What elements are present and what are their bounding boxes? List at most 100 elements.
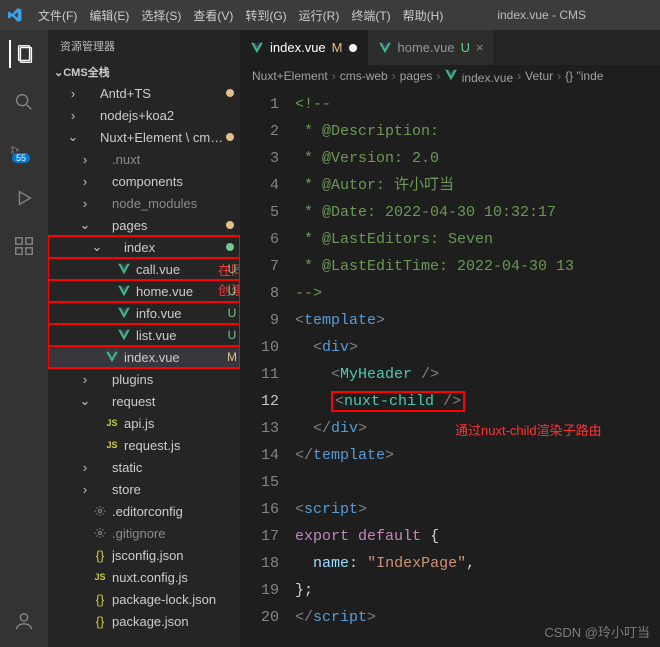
tree-item[interactable]: home.vueU bbox=[48, 280, 240, 302]
code-line[interactable]: * @Version: 2.0 bbox=[295, 145, 660, 172]
search-icon[interactable] bbox=[10, 88, 38, 116]
tree-item[interactable]: {}package.json bbox=[48, 610, 240, 632]
tree-item[interactable]: ⌄request bbox=[48, 390, 240, 412]
section-label: CMS全栈 bbox=[63, 64, 109, 80]
menu-item[interactable]: 终端(T) bbox=[345, 9, 396, 23]
tree-item[interactable]: ⌄index bbox=[48, 236, 240, 258]
code-line[interactable]: export default { bbox=[295, 523, 660, 550]
extensions-icon[interactable] bbox=[10, 232, 38, 260]
code-line[interactable]: <div> bbox=[295, 334, 660, 361]
tree-item[interactable]: ›Antd+TS bbox=[48, 82, 240, 104]
tree-item[interactable]: {}package-lock.json bbox=[48, 588, 240, 610]
sidebar-section-header[interactable]: ⌄ CMS全栈 bbox=[48, 62, 240, 82]
menu-item[interactable]: 文件(F) bbox=[32, 9, 83, 23]
folder-icon bbox=[92, 173, 108, 189]
menu-item[interactable]: 选择(S) bbox=[135, 9, 187, 23]
twisty-none bbox=[78, 614, 92, 628]
line-number: 6 bbox=[240, 226, 279, 253]
tree-item[interactable]: ›.nuxt bbox=[48, 148, 240, 170]
tree-item[interactable]: ⌄pages bbox=[48, 214, 240, 236]
tree-item-label: home.vue bbox=[136, 284, 224, 299]
git-dot-icon bbox=[226, 133, 234, 141]
code-line[interactable]: </template> bbox=[295, 442, 660, 469]
titlebar: 文件(F)编辑(E)选择(S)查看(V)转到(G)运行(R)终端(T)帮助(H)… bbox=[0, 0, 660, 30]
chevron-right-icon: › bbox=[78, 460, 92, 474]
tree-item[interactable]: ›nodejs+koa2 bbox=[48, 104, 240, 126]
code-line[interactable]: }; bbox=[295, 577, 660, 604]
tree-item-label: Nuxt+Element \ cms... bbox=[100, 130, 226, 145]
folder-icon bbox=[92, 459, 108, 475]
explorer-icon[interactable] bbox=[9, 40, 37, 68]
tree-item[interactable]: info.vueU bbox=[48, 302, 240, 324]
breadcrumb-item[interactable]: cms-web bbox=[340, 69, 388, 83]
git-status: U bbox=[224, 262, 240, 276]
git-status: U bbox=[224, 328, 240, 342]
tree-item[interactable]: ›store bbox=[48, 478, 240, 500]
close-icon[interactable]: × bbox=[476, 40, 484, 55]
line-number: 15 bbox=[240, 469, 279, 496]
code-line[interactable]: * @Autor: 许小叮当 bbox=[295, 172, 660, 199]
chevron-right-icon: › bbox=[78, 152, 92, 166]
folder-icon bbox=[92, 217, 108, 233]
menu-item[interactable]: 查看(V) bbox=[187, 9, 239, 23]
twisty-none bbox=[102, 306, 116, 320]
code-line[interactable]: <MyHeader /> bbox=[295, 361, 660, 388]
code-line[interactable]: * @LastEditors: Seven bbox=[295, 226, 660, 253]
code-line[interactable]: * @LastEditTime: 2022-04-30 13 bbox=[295, 253, 660, 280]
tab-label: home.vue bbox=[398, 40, 455, 55]
breadcrumb-item[interactable]: {} "inde bbox=[565, 69, 603, 83]
tree-item[interactable]: ›node_modules bbox=[48, 192, 240, 214]
vue-icon bbox=[116, 261, 132, 277]
chevron-right-icon: › bbox=[78, 174, 92, 188]
code-line[interactable]: <script> bbox=[295, 496, 660, 523]
tree-item[interactable]: JSapi.js bbox=[48, 412, 240, 434]
code-line[interactable]: name: "IndexPage", bbox=[295, 550, 660, 577]
breadcrumb-item[interactable]: index.vue bbox=[444, 68, 513, 85]
tree-item[interactable]: JSnuxt.config.js bbox=[48, 566, 240, 588]
code-line[interactable]: --> bbox=[295, 280, 660, 307]
tree-item[interactable]: ›static bbox=[48, 456, 240, 478]
breadcrumb-item[interactable]: Nuxt+Element bbox=[252, 69, 328, 83]
code-line[interactable]: * @Description: bbox=[295, 118, 660, 145]
editor-tab[interactable]: home.vue U × bbox=[368, 30, 495, 65]
tree-item-label: nuxt.config.js bbox=[112, 570, 240, 585]
accounts-icon[interactable] bbox=[10, 607, 38, 635]
tree-item[interactable]: ⌄Nuxt+Element \ cms... bbox=[48, 126, 240, 148]
code-line[interactable]: <nuxt-child /> bbox=[295, 388, 660, 415]
tree-item[interactable]: ›components bbox=[48, 170, 240, 192]
code-content[interactable]: 通过nuxt-child渲染子路由 <!-- * @Description: *… bbox=[295, 87, 660, 647]
tree-item[interactable]: call.vueU bbox=[48, 258, 240, 280]
breadcrumb-item[interactable]: Vetur bbox=[525, 69, 553, 83]
tree-item[interactable]: index.vueM bbox=[48, 346, 240, 368]
code-line[interactable]: <!-- bbox=[295, 91, 660, 118]
twisty-none bbox=[90, 350, 104, 364]
tree-item-label: .gitignore bbox=[112, 526, 240, 541]
tree-item[interactable]: .editorconfig bbox=[48, 500, 240, 522]
code-line[interactable]: </div> bbox=[295, 415, 660, 442]
menu-item[interactable]: 转到(G) bbox=[239, 9, 292, 23]
watermark: CSDN @玲小叮当 bbox=[544, 622, 650, 641]
breadcrumbs[interactable]: Nuxt+Element›cms-web›pages› index.vue›Ve… bbox=[240, 65, 660, 87]
menu-item[interactable]: 运行(R) bbox=[293, 9, 346, 23]
tab-status: U bbox=[461, 40, 470, 55]
code-line[interactable]: <template> bbox=[295, 307, 660, 334]
chevron-right-icon: › bbox=[332, 69, 336, 83]
code-line[interactable]: * @Date: 2022-04-30 10:32:17 bbox=[295, 199, 660, 226]
code-area[interactable]: 1234567891011121314151617181920 通过nuxt-c… bbox=[240, 87, 660, 647]
line-number: 2 bbox=[240, 118, 279, 145]
tree-item[interactable]: ›plugins bbox=[48, 368, 240, 390]
editor-tab[interactable]: index.vueM bbox=[240, 30, 368, 65]
tree-item[interactable]: {}jsconfig.json bbox=[48, 544, 240, 566]
tree-item[interactable]: JSrequest.js bbox=[48, 434, 240, 456]
menu-item[interactable]: 帮助(H) bbox=[397, 9, 450, 23]
git-status: U bbox=[224, 306, 240, 320]
run-debug-icon[interactable] bbox=[10, 184, 38, 212]
tree-item[interactable]: .gitignore bbox=[48, 522, 240, 544]
tree-item-label: store bbox=[112, 482, 240, 497]
breadcrumb-item[interactable]: pages bbox=[400, 69, 433, 83]
menu-item[interactable]: 编辑(E) bbox=[83, 9, 135, 23]
source-control-icon[interactable]: 55 bbox=[10, 136, 38, 164]
code-line[interactable] bbox=[295, 469, 660, 496]
tree-item[interactable]: list.vueU bbox=[48, 324, 240, 346]
json-icon: {} bbox=[92, 591, 108, 607]
